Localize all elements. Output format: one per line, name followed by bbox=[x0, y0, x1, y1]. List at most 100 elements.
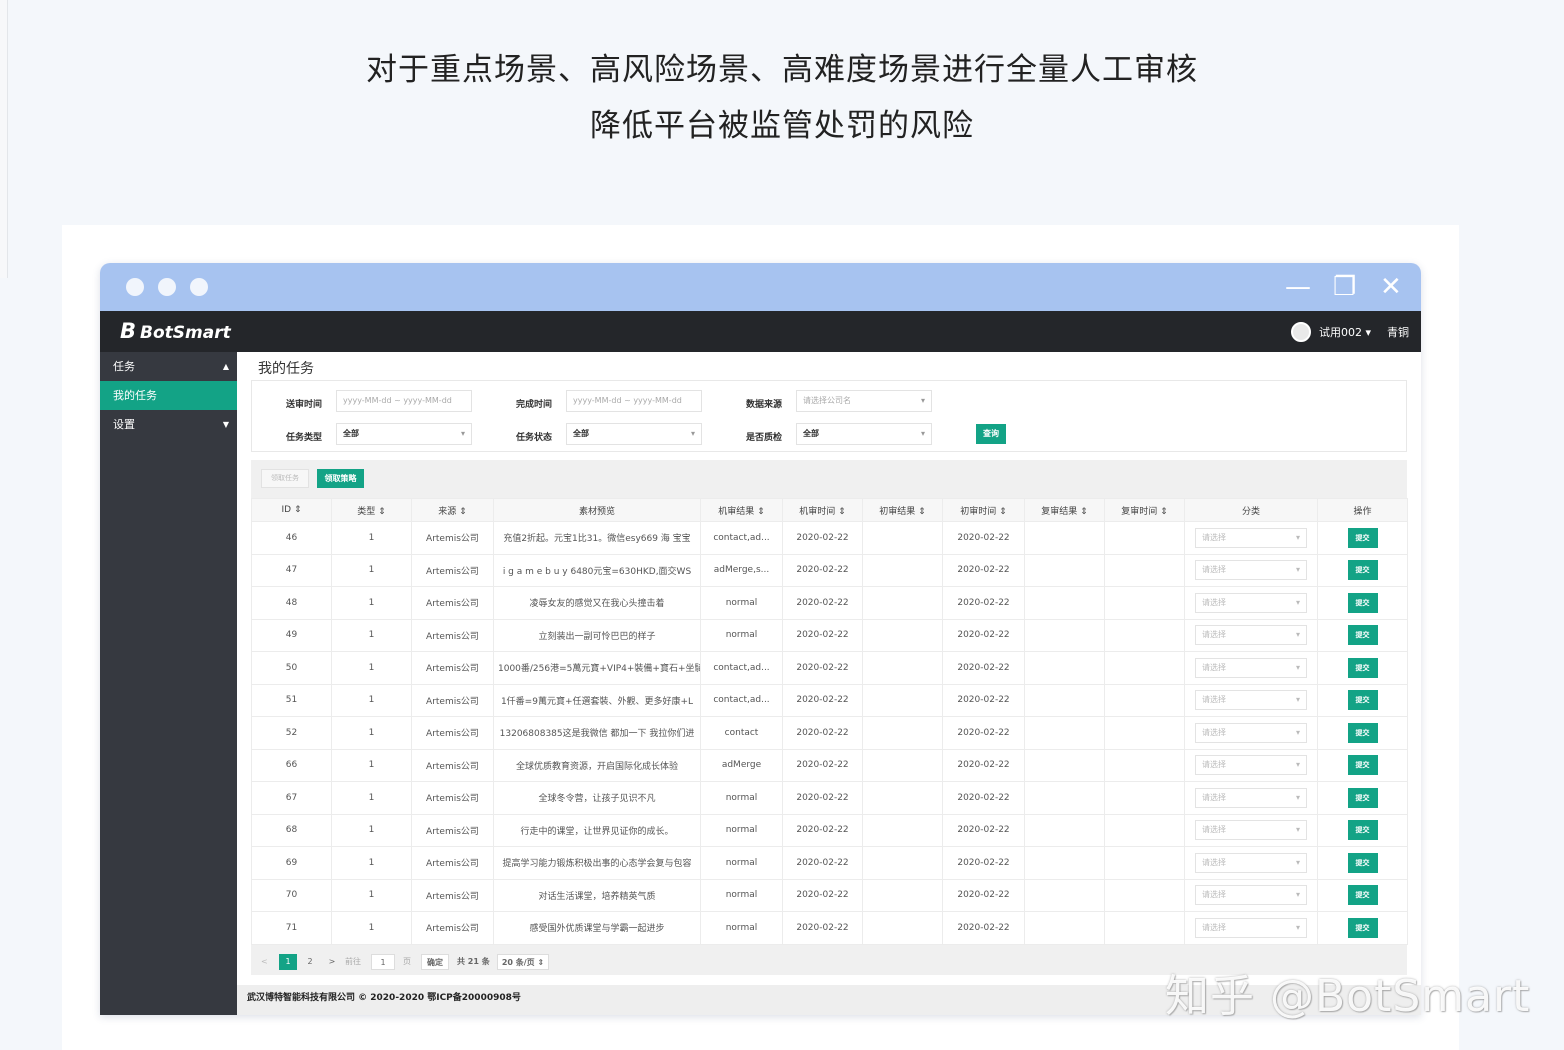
category-select[interactable]: 请选择 ▾ bbox=[1195, 820, 1307, 841]
category-select[interactable]: 请选择 ▾ bbox=[1195, 722, 1307, 743]
submit-button[interactable]: 提交 bbox=[1347, 625, 1378, 646]
cell-source: Artemis公司 bbox=[411, 911, 494, 945]
table-row: 67 1 Artemis公司 全球冬令营，让孩子见识不凡 normal 2020-02-2… bbox=[251, 781, 1408, 815]
category-select[interactable]: 请选择 ▾ bbox=[1195, 625, 1307, 646]
submit-button[interactable]: 提交 bbox=[1347, 657, 1378, 678]
goto-confirm-button[interactable]: 确定 bbox=[421, 954, 449, 970]
category-select[interactable]: 请选择 ▾ bbox=[1195, 917, 1307, 938]
column-header[interactable]: 初审结果 ⇕ bbox=[862, 498, 943, 522]
sidebar-item-my-tasks[interactable]: 我的任务 bbox=[100, 381, 237, 410]
cell-preview: 对话生活课堂，培养精英气质 bbox=[493, 878, 701, 912]
cell-source: Artemis公司 bbox=[411, 846, 494, 880]
cell-first-time: 2020-02-22 bbox=[942, 651, 1025, 685]
category-select[interactable]: 请选择 ▾ bbox=[1195, 787, 1307, 808]
send-time-range-input[interactable]: yyyy-MM-dd ~ yyyy-MM-dd bbox=[336, 390, 472, 412]
submit-button[interactable]: 提交 bbox=[1347, 690, 1378, 711]
window-dot-3-icon[interactable] bbox=[190, 278, 208, 296]
task-type-select[interactable]: 全部 ▾ bbox=[336, 423, 472, 445]
submit-button[interactable]: 提交 bbox=[1347, 527, 1378, 548]
chevron-down-icon: ▾ bbox=[1295, 532, 1300, 542]
category-select-placeholder: 请选择 bbox=[1202, 922, 1226, 932]
restore-icon[interactable]: ❐ bbox=[1333, 273, 1356, 301]
column-header[interactable]: 素材预览 bbox=[493, 498, 701, 522]
table-row: 71 1 Artemis公司 感受国外优质课堂与学霸一起进步 normal 2020-02… bbox=[251, 911, 1408, 945]
submit-button[interactable]: 提交 bbox=[1347, 592, 1378, 613]
logo-text: BotSmart bbox=[140, 323, 231, 343]
page-1-button[interactable]: 1 bbox=[279, 954, 297, 970]
column-header[interactable]: 初审时间 ⇕ bbox=[942, 498, 1025, 522]
category-select[interactable]: 请选择 ▾ bbox=[1195, 852, 1307, 873]
category-select[interactable]: 请选择 ▾ bbox=[1195, 885, 1307, 906]
chevron-down-icon: ▾ bbox=[690, 429, 695, 438]
category-select[interactable]: 请选择 ▾ bbox=[1195, 755, 1307, 776]
cell-type: 1 bbox=[331, 748, 412, 782]
cell-type: 1 bbox=[331, 521, 412, 555]
page-2-button[interactable]: 2 bbox=[305, 954, 315, 970]
close-icon[interactable]: ✕ bbox=[1380, 273, 1402, 301]
column-header[interactable]: 分类 bbox=[1184, 498, 1318, 522]
submit-button[interactable]: 提交 bbox=[1347, 917, 1378, 938]
goto-page-input[interactable]: 1 bbox=[371, 954, 395, 970]
query-button[interactable]: 查询 bbox=[976, 424, 1006, 444]
cell-first bbox=[862, 781, 943, 815]
column-header[interactable]: 类型 ⇕ bbox=[331, 498, 412, 522]
submit-button[interactable]: 提交 bbox=[1347, 722, 1378, 743]
cell-machine-time: 2020-02-22 bbox=[782, 521, 863, 555]
submit-button[interactable]: 提交 bbox=[1347, 755, 1378, 776]
user-menu[interactable]: 试用002 ▾ 青铜 bbox=[1290, 322, 1409, 342]
submit-button[interactable]: 提交 bbox=[1347, 820, 1378, 841]
task-type-value: 全部 bbox=[343, 429, 359, 438]
cell-second-time bbox=[1104, 586, 1185, 620]
column-header[interactable]: 复审结果 ⇕ bbox=[1024, 498, 1105, 522]
cell-second bbox=[1024, 748, 1105, 782]
cell-second-time bbox=[1104, 748, 1185, 782]
sidebar-item-tasks[interactable]: 任务 ▲ bbox=[100, 352, 237, 381]
sidebar-item-label: 我的任务 bbox=[113, 389, 157, 402]
task-status-select[interactable]: 全部 ▾ bbox=[566, 423, 702, 445]
done-time-range-input[interactable]: yyyy-MM-dd ~ yyyy-MM-dd bbox=[566, 390, 702, 412]
category-select[interactable]: 请选择 ▾ bbox=[1195, 657, 1307, 678]
column-header[interactable]: 机审时间 ⇕ bbox=[782, 498, 863, 522]
cell-machine-time: 2020-02-22 bbox=[782, 878, 863, 912]
submit-button[interactable]: 提交 bbox=[1347, 560, 1378, 581]
category-select[interactable]: 请选择 ▾ bbox=[1195, 690, 1307, 711]
cell-machine: normal bbox=[700, 813, 783, 847]
category-select[interactable]: 请选择 ▾ bbox=[1195, 592, 1307, 613]
cell-category: 请选择 ▾ bbox=[1184, 553, 1318, 587]
avatar[interactable] bbox=[1290, 322, 1311, 342]
cell-type: 1 bbox=[331, 911, 412, 945]
cell-id: 68 bbox=[251, 813, 332, 847]
column-header[interactable]: 复审时间 ⇕ bbox=[1104, 498, 1185, 522]
cell-preview: 感受国外优质课堂与学霸一起进步 bbox=[493, 911, 701, 945]
submit-button[interactable]: 提交 bbox=[1347, 787, 1378, 808]
release-task-button[interactable]: 领取任务 bbox=[261, 469, 309, 488]
page-unit-label: 页 bbox=[403, 957, 411, 966]
prev-page-icon[interactable]: < bbox=[261, 954, 268, 970]
cell-second bbox=[1024, 586, 1105, 620]
category-select[interactable]: 请选择 ▾ bbox=[1195, 527, 1307, 548]
user-name[interactable]: 试用002 ▾ bbox=[1319, 324, 1371, 340]
sidebar-item-settings[interactable]: 设置 ▼ bbox=[100, 410, 237, 439]
cell-preview: 充值2折起。元宝1比31。微信esy669 海 宝宝 bbox=[493, 521, 701, 555]
column-header[interactable]: 来源 ⇕ bbox=[411, 498, 494, 522]
window-dot-1-icon[interactable] bbox=[126, 278, 144, 296]
table-row: 69 1 Artemis公司 提高学习能力锻炼积极出事的心态学会复与包容 normal 2… bbox=[251, 846, 1408, 880]
cell-source: Artemis公司 bbox=[411, 781, 494, 815]
next-page-icon[interactable]: > bbox=[327, 954, 337, 970]
category-select-placeholder: 请选择 bbox=[1202, 630, 1226, 640]
cell-first bbox=[862, 618, 943, 652]
column-header[interactable]: ID ⇕ bbox=[251, 498, 332, 522]
qualified-select[interactable]: 全部 ▾ bbox=[796, 423, 932, 445]
column-header[interactable]: 操作 bbox=[1317, 498, 1408, 522]
submit-button[interactable]: 提交 bbox=[1347, 885, 1378, 906]
window-dot-2-icon[interactable] bbox=[158, 278, 176, 296]
category-select[interactable]: 请选择 ▾ bbox=[1195, 560, 1307, 581]
logout-link[interactable]: 青铜 bbox=[1387, 324, 1409, 340]
source-select[interactable]: 请选择公司名 ▾ bbox=[796, 390, 932, 412]
minimize-icon[interactable]: — bbox=[1285, 273, 1311, 301]
cell-machine-time: 2020-02-22 bbox=[782, 651, 863, 685]
claim-strategy-button[interactable]: 领取策略 bbox=[317, 469, 364, 488]
submit-button[interactable]: 提交 bbox=[1347, 852, 1378, 873]
column-header[interactable]: 机审结果 ⇕ bbox=[700, 498, 783, 522]
page-size-select[interactable]: 20 条/页 ⇕ bbox=[497, 954, 549, 970]
